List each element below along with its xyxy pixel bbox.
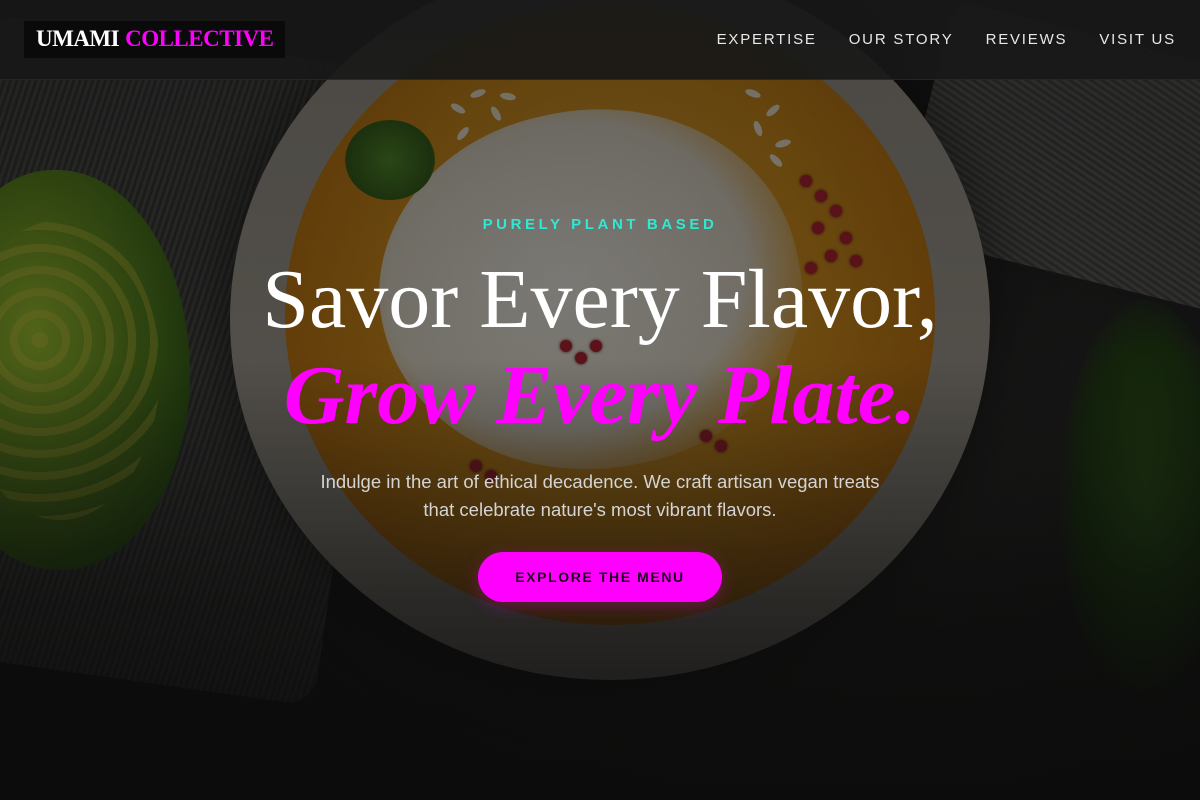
- nav-link-reviews[interactable]: REVIEWS: [986, 31, 1068, 48]
- brand-name-primary: UMAMI: [36, 26, 120, 51]
- explore-menu-button[interactable]: EXPLORE THE MENU: [478, 552, 722, 602]
- hero-subtitle-line1: Indulge in the art of ethical decadence.…: [320, 471, 880, 492]
- nav-item-expertise: EXPERTISE: [717, 31, 817, 49]
- nav-link-expertise[interactable]: EXPERTISE: [717, 31, 817, 48]
- hero-headline-accent: Grow Every Plate.: [283, 349, 917, 442]
- brand-name-accent: COLLECTIVE: [125, 26, 274, 51]
- nav-link-our-story[interactable]: OUR STORY: [849, 31, 954, 48]
- hero-eyebrow: PURELY PLANT BASED: [482, 216, 718, 233]
- nav-menu: EXPERTISE OUR STORY REVIEWS VISIT US: [717, 31, 1176, 49]
- nav-link-visit-us[interactable]: VISIT US: [1099, 31, 1176, 48]
- nav-item-reviews: REVIEWS: [986, 31, 1068, 49]
- hero-section: PURELY PLANT BASED Savor Every Flavor, G…: [0, 0, 1200, 800]
- top-navbar: UMAMI COLLECTIVE EXPERTISE OUR STORY REV…: [0, 0, 1200, 80]
- nav-item-our-story: OUR STORY: [849, 31, 954, 49]
- brand-logo[interactable]: UMAMI COLLECTIVE: [24, 21, 286, 58]
- hero-subtitle: Indulge in the art of ethical decadence.…: [270, 468, 930, 524]
- hero-subtitle-line2: that celebrate nature's most vibrant fla…: [423, 499, 777, 520]
- nav-item-visit-us: VISIT US: [1099, 31, 1176, 49]
- hero-headline: Savor Every Flavor,: [262, 253, 938, 346]
